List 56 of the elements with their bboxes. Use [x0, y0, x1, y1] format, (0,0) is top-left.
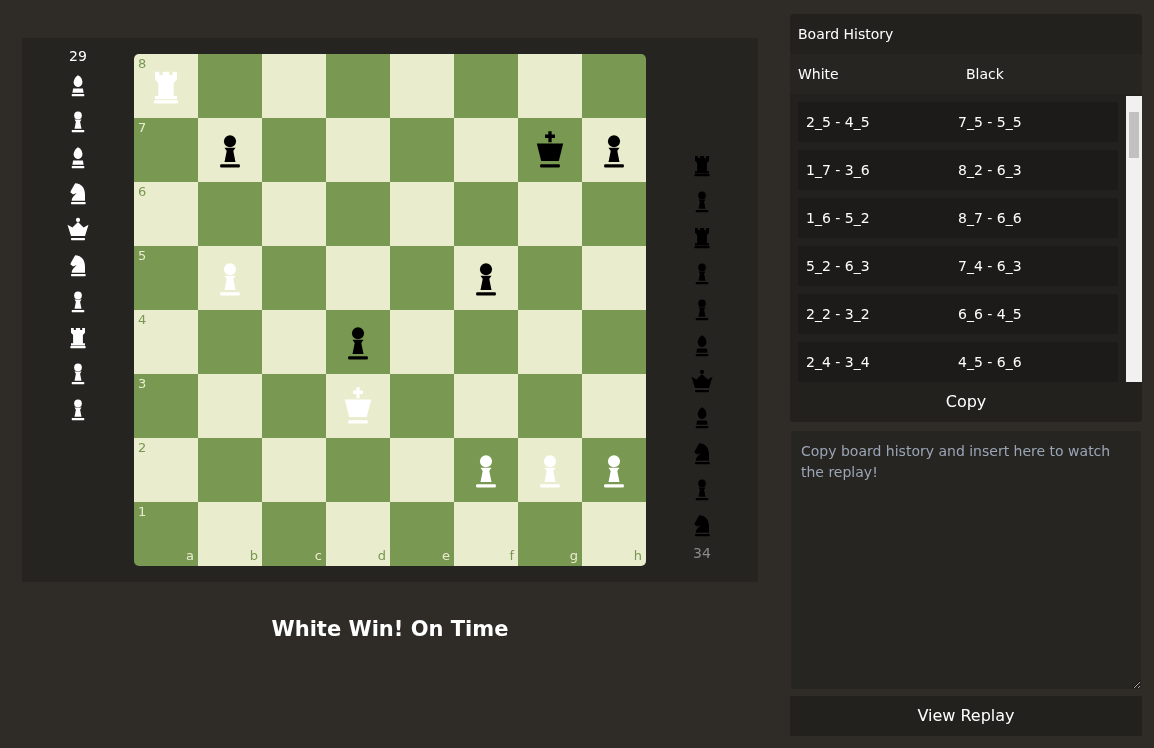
panel-title: Board History — [797, 25, 895, 44]
score-count: 34 — [693, 544, 711, 563]
move-text: 7_5 - 5_5 — [958, 112, 1023, 132]
move-text: 2_5 - 4_5 — [806, 112, 871, 132]
rank-label: 5 — [138, 248, 147, 264]
board-square[interactable]: 3 — [134, 374, 198, 438]
column-header: White Black — [790, 54, 1142, 94]
board-square[interactable] — [582, 118, 646, 182]
board-square[interactable] — [326, 310, 390, 374]
rank-label: 7 — [138, 120, 147, 136]
move-text: 7_4 - 6_3 — [958, 256, 1023, 276]
board-square[interactable]: 6 — [134, 182, 198, 246]
board-square[interactable]: 4 — [134, 310, 198, 374]
file-label: c — [314, 548, 322, 564]
board-square[interactable]: f — [454, 502, 518, 566]
move-text: 1_6 - 5_2 — [806, 208, 871, 228]
file-label: f — [509, 548, 514, 564]
rank-label: 3 — [138, 376, 147, 392]
file-label: e — [442, 548, 450, 564]
board-square[interactable]: 1 a — [134, 502, 198, 566]
file-label: g — [569, 548, 578, 564]
file-label: d — [377, 548, 386, 564]
move-text: 8_2 - 6_3 — [958, 160, 1023, 180]
move-text: 5_2 - 6_3 — [806, 256, 871, 276]
move-text: 1_7 - 3_6 — [806, 160, 871, 180]
board-square[interactable]: h — [582, 502, 646, 566]
view-replay-button[interactable]: View Replay — [790, 696, 1142, 736]
score-count: 29 — [69, 47, 87, 66]
rank-label: 1 — [138, 504, 147, 520]
board-square[interactable] — [454, 246, 518, 310]
board-square[interactable]: 7 — [134, 118, 198, 182]
rank-label: 4 — [138, 312, 147, 328]
board-square[interactable]: b — [198, 502, 262, 566]
rank-label: 6 — [138, 184, 147, 200]
move-text: 6_6 - 4_5 — [958, 304, 1023, 324]
replay-input[interactable]: Copy board history and insert here to watch the replay! — [790, 430, 1142, 690]
rank-label: 8 — [138, 56, 147, 72]
board-square[interactable]: 2 — [134, 438, 198, 502]
board-square[interactable]: 8 — [134, 54, 198, 118]
board-square[interactable]: e — [390, 502, 454, 566]
file-label: b — [249, 548, 258, 564]
board-square[interactable]: d — [326, 502, 390, 566]
rank-label: 2 — [138, 440, 147, 456]
file-label: h — [633, 548, 642, 564]
game-result: White Win! On Time — [270, 616, 510, 643]
scrollbar[interactable] — [1126, 96, 1142, 382]
move-text: 8_7 - 6_6 — [958, 208, 1023, 228]
board-square[interactable]: 5 — [134, 246, 198, 310]
board-square[interactable] — [198, 118, 262, 182]
board-square[interactable] — [518, 118, 582, 182]
move-text: 2_4 - 3_4 — [806, 352, 871, 372]
board-square[interactable]: c — [262, 502, 326, 566]
file-label: a — [186, 548, 194, 564]
move-text: 2_2 - 3_2 — [806, 304, 871, 324]
move-text: 4_5 - 6_6 — [958, 352, 1023, 372]
board-square[interactable]: g — [518, 502, 582, 566]
